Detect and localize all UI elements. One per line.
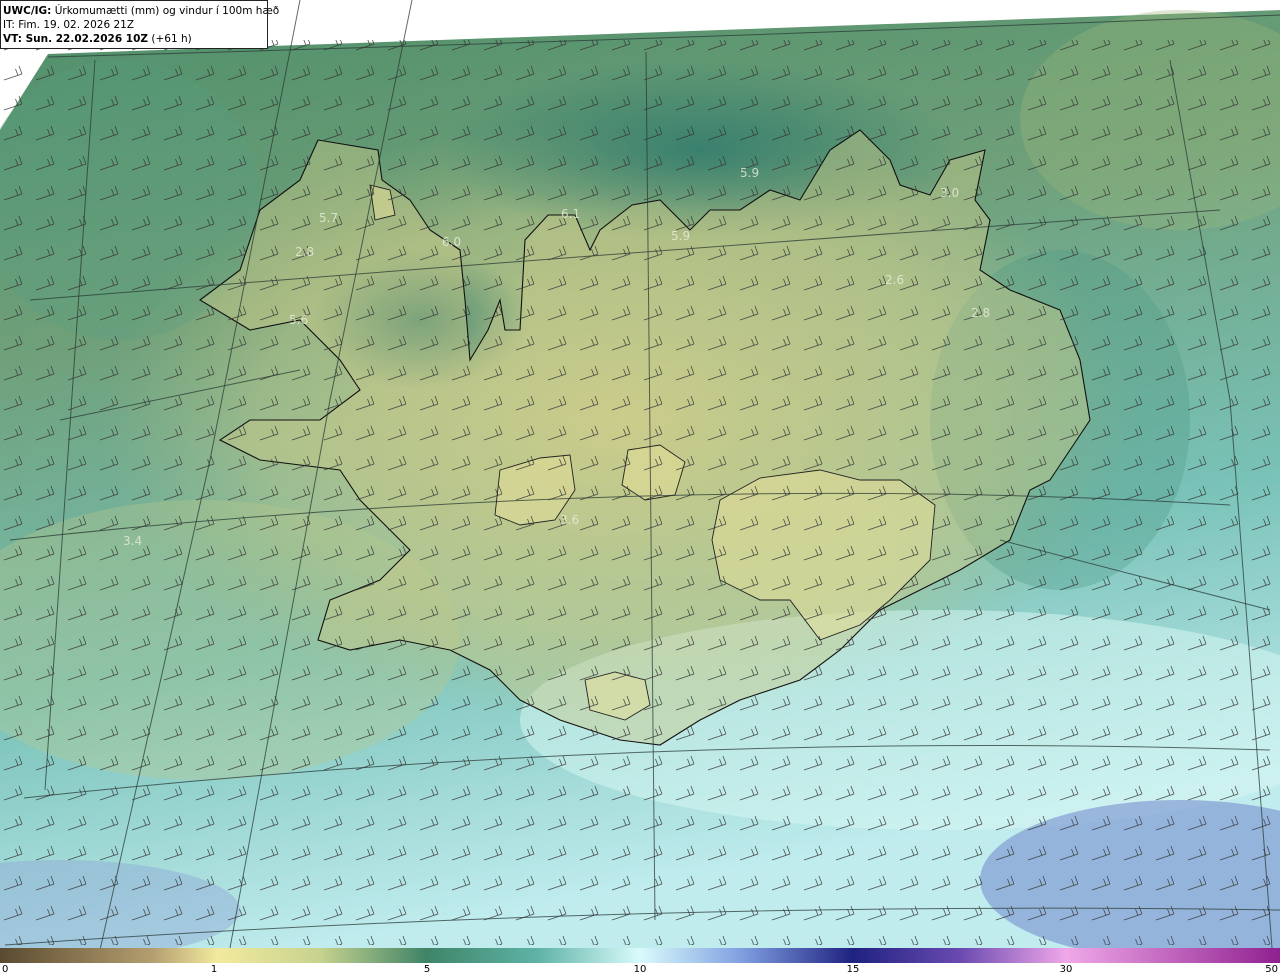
value-label: 2.8 [971, 306, 990, 320]
value-label: 3.0 [940, 186, 959, 200]
colorbar-tick: 0 [2, 964, 9, 975]
value-label: 5.6 [289, 313, 308, 327]
precipitation-map: 5.9 3.0 6.1 5.9 5.7 6.0 2.8 2.6 2.8 5.6 … [0, 0, 1280, 978]
colorbar-tick: 50 [1265, 964, 1278, 975]
colorbar-tick: 1 [210, 964, 218, 975]
colorbar-tick: 30 [1059, 964, 1073, 975]
map-info-box: UWC/IG: Úrkomumætti (mm) og vindur í 100… [0, 0, 279, 49]
colorbar-tick: 15 [846, 964, 860, 975]
issue-time: IT: Fim. 19. 02. 2026 21Z [3, 19, 135, 31]
colorbar-tick: 10 [633, 964, 647, 975]
map-title: Úrkomumætti (mm) og vindur í 100m hæð [51, 5, 280, 17]
value-label: 3.6 [560, 513, 579, 527]
value-label: 5.7 [319, 211, 338, 225]
model-prefix: UWC/IG: [3, 5, 52, 17]
title-line: UWC/IG: Úrkomumætti (mm) og vindur í 100… [3, 4, 279, 18]
value-label: 3.4 [123, 534, 142, 548]
wind-barbs [0, 40, 1280, 945]
value-label: 6.0 [442, 235, 461, 249]
colorbar-labels: 0 1 5 10 15 30 50 [0, 963, 1280, 978]
map-canvas: 5.9 3.0 6.1 5.9 5.7 6.0 2.8 2.6 2.8 5.6 … [0, 0, 1280, 978]
value-label: 2.8 [295, 245, 314, 259]
colorbar [0, 948, 1280, 963]
value-label: 5.9 [671, 229, 690, 243]
colorbar-tick: 5 [423, 964, 431, 975]
valid-time-line: VT: Sun. 22.02.2026 10Z (+61 h) [3, 32, 267, 46]
valid-time: VT: Sun. 22.02.2026 10Z [3, 33, 149, 45]
value-label: 2.6 [885, 273, 904, 287]
value-label: 6.1 [561, 207, 580, 221]
value-label: 5.9 [740, 166, 759, 180]
lead-time: (+61 h) [148, 33, 192, 45]
